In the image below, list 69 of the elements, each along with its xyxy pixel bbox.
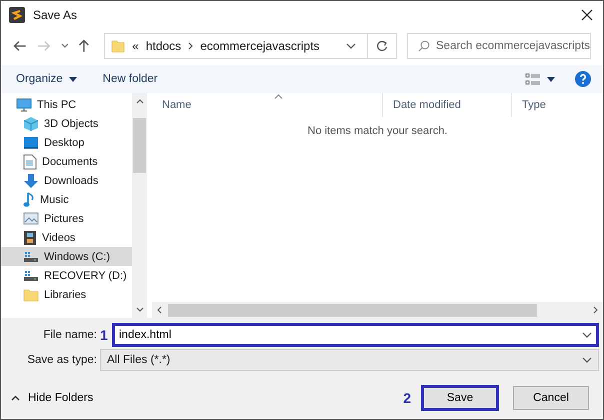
window-title: Save As: [33, 8, 78, 22]
scroll-down-icon[interactable]: [136, 307, 144, 312]
file-type-dropdown[interactable]: All Files (*.*): [100, 349, 599, 371]
empty-message: No items match your search.: [306, 125, 448, 137]
document-icon: [23, 154, 37, 170]
sidebar-item[interactable]: This PC: [1, 95, 132, 114]
sidebar-item[interactable]: Music: [1, 190, 132, 209]
sidebar-item[interactable]: Downloads: [1, 171, 132, 190]
help-icon[interactable]: [575, 71, 591, 87]
picture-icon: [23, 212, 39, 226]
sidebar-item[interactable]: Windows (C:): [1, 247, 132, 266]
scroll-left-icon[interactable]: [157, 306, 162, 314]
sidebar-item[interactable]: Libraries: [1, 285, 132, 304]
drive-icon: [23, 268, 39, 282]
monitor-icon: [16, 98, 32, 112]
back-arrow-icon[interactable]: [13, 40, 27, 52]
callout-number: 1: [100, 326, 109, 342]
sidebar-item[interactable]: Documents: [1, 152, 132, 171]
view-list-icon[interactable]: [525, 73, 541, 85]
file-name-field[interactable]: index.html: [112, 322, 599, 346]
column-header[interactable]: Date modified: [382, 93, 511, 117]
file-name-label: File name:: [42, 328, 98, 340]
cube-icon: [23, 116, 39, 132]
film-icon: [23, 230, 37, 246]
scroll-right-icon[interactable]: [593, 306, 598, 314]
organize-button[interactable]: Organize: [16, 73, 63, 85]
folder-icon: [23, 288, 39, 302]
up-arrow-icon[interactable]: [78, 39, 90, 53]
vertical-scrollbar[interactable]: [132, 93, 147, 318]
chevron-right-icon: [188, 42, 194, 50]
breadcrumb-item[interactable]: ecommercejavascripts: [200, 39, 320, 53]
column-header[interactable]: Name: [152, 93, 382, 117]
download-arrow-icon: [23, 172, 39, 188]
horizontal-scrollbar[interactable]: [152, 302, 603, 318]
breadcrumb-item[interactable]: htdocs: [146, 39, 182, 53]
search-icon: [418, 40, 430, 52]
hide-folders-button[interactable]: Hide Folders: [11, 392, 94, 404]
chevron-down-icon[interactable]: [60, 43, 68, 49]
sidebar-item[interactable]: 3D Objects: [1, 114, 132, 133]
scrollbar-thumb[interactable]: [168, 304, 537, 316]
search-field[interactable]: Search ecommercejavascripts: [407, 33, 591, 59]
chevron-down-icon[interactable]: [582, 332, 592, 338]
address-bar[interactable]: « htdocs ecommercejavascripts: [104, 33, 397, 59]
callout-number: 2: [403, 390, 411, 406]
desktop-icon: [23, 136, 39, 150]
sidebar-item[interactable]: Desktop: [1, 133, 132, 152]
caret-icon[interactable]: [547, 76, 555, 82]
cancel-button[interactable]: Cancel: [513, 386, 589, 410]
scrollbar-thumb[interactable]: [133, 118, 146, 173]
sort-caret-icon: [274, 94, 283, 99]
save-button[interactable]: Save: [421, 385, 499, 411]
music-note-icon: [23, 192, 35, 208]
app-icon: [9, 7, 25, 23]
breadcrumb-item[interactable]: «: [132, 39, 139, 53]
chevron-up-icon: [11, 395, 20, 401]
column-header[interactable]: Type: [511, 93, 603, 117]
folder-icon: [111, 39, 126, 53]
sidebar-item[interactable]: RECOVERY (D:): [1, 266, 132, 285]
chevron-down-icon[interactable]: [346, 43, 356, 49]
sidebar-item[interactable]: Videos: [1, 228, 132, 247]
sidebar-item[interactable]: Pictures: [1, 209, 132, 228]
scroll-up-icon[interactable]: [136, 99, 144, 104]
caret-icon: [68, 76, 77, 82]
drive-icon: [23, 250, 39, 264]
save-as-type-label: Save as type:: [26, 354, 98, 366]
chevron-down-icon: [582, 357, 592, 363]
refresh-icon: [376, 40, 388, 52]
new-folder-button[interactable]: New folder: [102, 73, 158, 85]
close-icon[interactable]: [581, 9, 593, 21]
